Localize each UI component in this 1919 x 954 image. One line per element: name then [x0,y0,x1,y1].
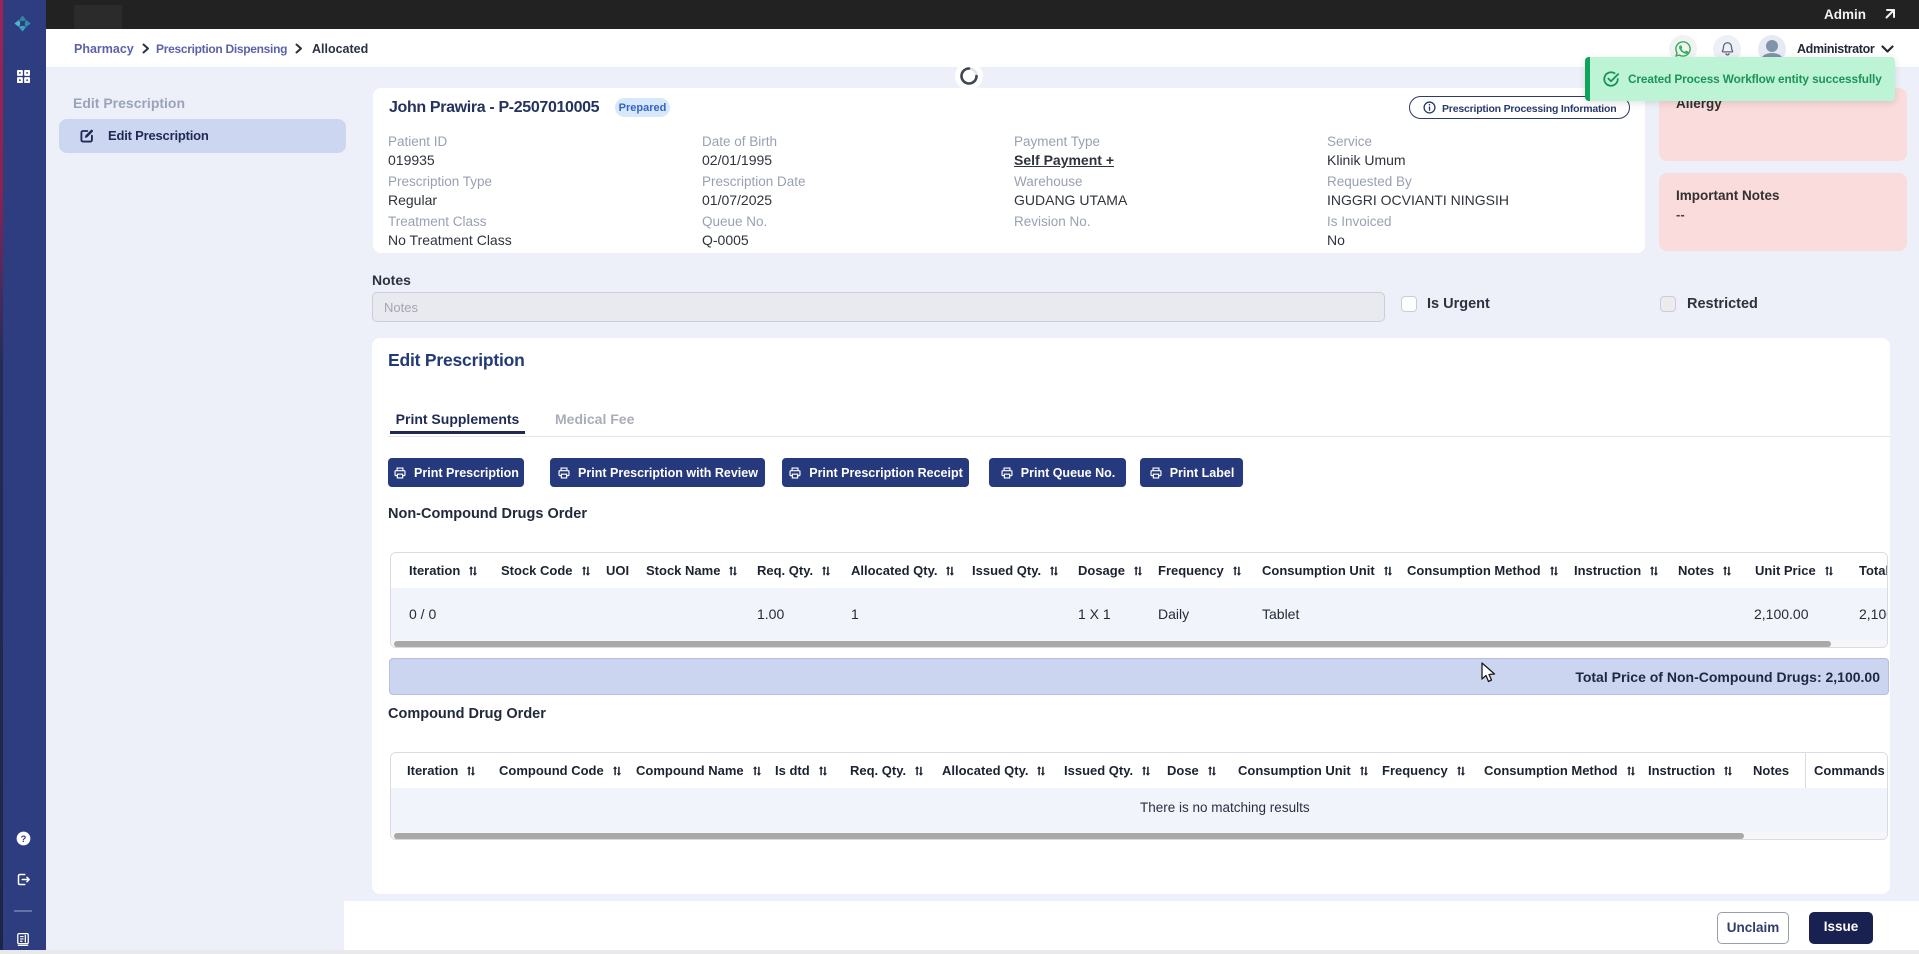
svg-text:?: ? [21,834,27,844]
